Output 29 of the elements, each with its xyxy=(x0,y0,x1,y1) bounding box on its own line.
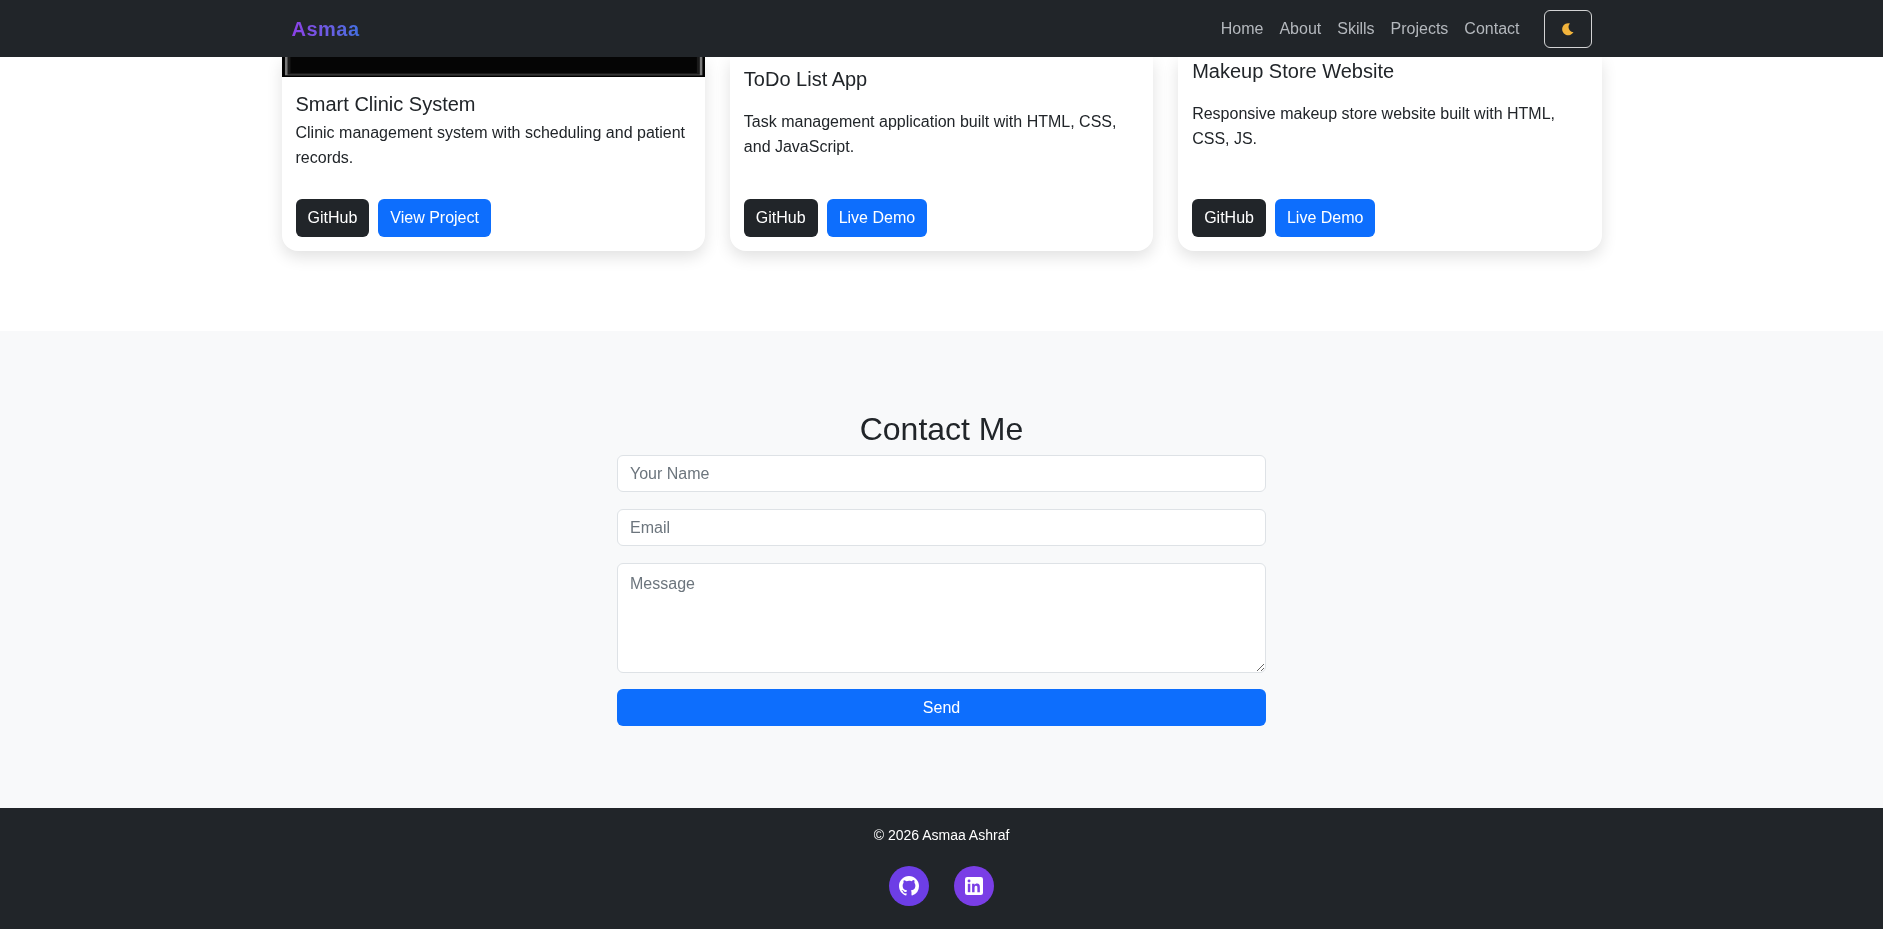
github-button[interactable]: GitHub xyxy=(1192,199,1266,237)
github-button[interactable]: GitHub xyxy=(295,199,370,237)
card-description: Responsive makeup store website built with HTML, CSS, JS. xyxy=(1192,104,1556,149)
card-title: Smart Clinic System xyxy=(295,92,477,116)
nav-link[interactable]: Home xyxy=(1220,16,1264,41)
linkedin-icon xyxy=(965,877,983,895)
card-title: ToDo List App xyxy=(743,67,869,91)
input-field[interactable]: Email xyxy=(617,509,1266,546)
theme-toggle-button[interactable] xyxy=(1543,9,1592,48)
message-field[interactable]: Message xyxy=(617,563,1266,673)
nav-link[interactable]: Projects xyxy=(1390,16,1449,41)
copyright-text: © 2026 Asmaa Ashraf xyxy=(873,826,1010,845)
linkedin-link[interactable] xyxy=(954,866,994,906)
card-description: Task management application built with HTML, CSS, and JavaScript. xyxy=(743,112,1118,157)
project-link-button[interactable]: Live Demo xyxy=(826,199,928,237)
section-heading: Contact Me xyxy=(858,410,1025,449)
nav-link[interactable]: About xyxy=(1279,16,1322,41)
github-link[interactable] xyxy=(889,866,929,906)
input-field[interactable]: Your Name xyxy=(617,455,1266,492)
moon-icon xyxy=(1560,21,1575,36)
card-title: Makeup Store Website xyxy=(1192,59,1396,83)
card-description: Clinic management system with scheduling and patient records. xyxy=(295,123,687,168)
github-button[interactable]: GitHub xyxy=(743,199,818,237)
nav-link[interactable]: Skills xyxy=(1337,16,1375,41)
project-link-button[interactable]: Live Demo xyxy=(1274,199,1376,237)
project-link-button[interactable]: View Project xyxy=(378,199,491,237)
send-button[interactable]: Send xyxy=(617,689,1266,726)
github-icon xyxy=(899,876,919,896)
nav-link[interactable]: Contact xyxy=(1464,16,1520,41)
